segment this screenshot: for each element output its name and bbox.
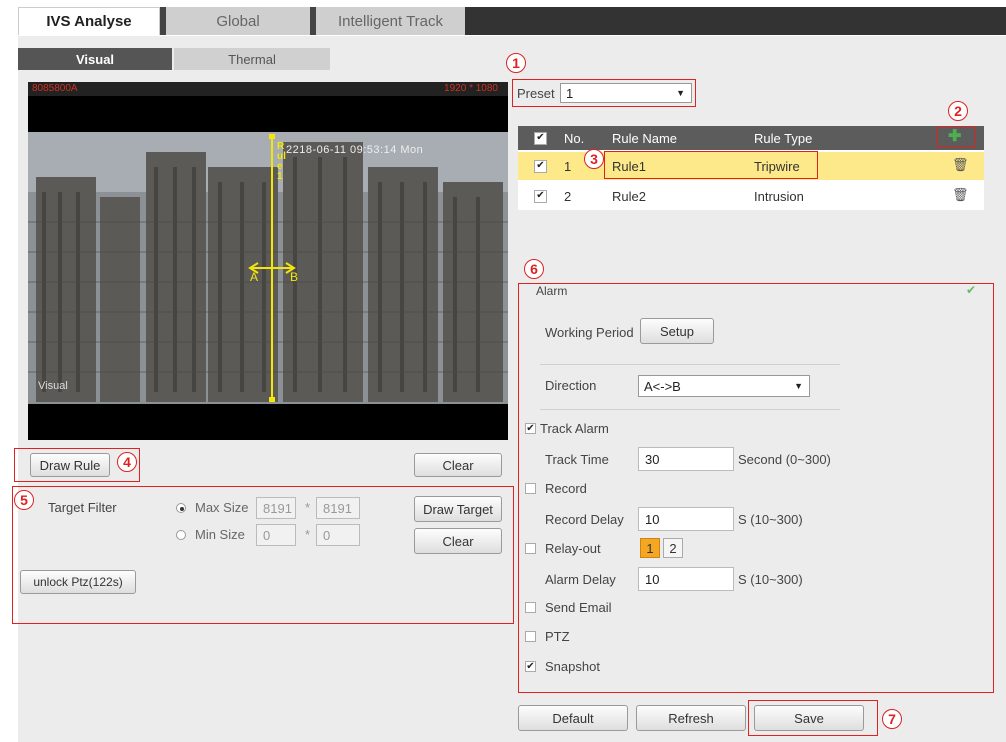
trash-icon[interactable]: 🗑 — [952, 187, 969, 203]
point-a-label: A — [250, 270, 259, 284]
max-size-radio[interactable] — [176, 503, 186, 513]
snapshot-label: Snapshot — [545, 659, 600, 674]
draw-rule-button[interactable]: Draw Rule — [30, 453, 110, 477]
clear-target-button[interactable]: Clear — [414, 528, 502, 554]
send-email-label: Send Email — [545, 600, 612, 615]
track-time-input[interactable]: 30 — [638, 447, 734, 471]
working-period-label: Working Period — [545, 325, 634, 340]
video-preview[interactable]: 8085800A 1920 * 1080 2218-06-11 09:53:14… — [28, 82, 508, 440]
max-width-input[interactable]: 8191 — [256, 497, 296, 519]
callout-1: 1 — [506, 53, 526, 73]
row-checkbox[interactable]: ✔ — [534, 160, 547, 173]
save-button[interactable]: Save — [754, 705, 864, 731]
video-resolution: 1920 * 1080 — [444, 83, 498, 94]
ptz-checkbox[interactable] — [525, 631, 536, 642]
tab-ivs-analyse[interactable]: IVS Analyse — [18, 7, 160, 35]
track-alarm-label: Track Alarm — [540, 421, 609, 436]
direction-select[interactable]: A<->B ▼ — [638, 375, 810, 397]
setup-button[interactable]: Setup — [640, 318, 714, 344]
rules-table-header: ✔ No. Rule Name Rule Type — [518, 126, 984, 150]
table-row[interactable]: ✔ 2 Rule2 Intrusion 🗑 — [518, 182, 984, 210]
chevron-down-icon: ▼ — [676, 88, 685, 98]
min-height-input[interactable]: 0 — [316, 524, 360, 546]
max-times-sign: * — [305, 500, 311, 515]
record-delay-unit: S (10~300) — [738, 512, 803, 527]
clear-rule-button[interactable]: Clear — [414, 453, 502, 477]
draw-target-button[interactable]: Draw Target — [414, 496, 502, 522]
direction-value: A<->B — [644, 378, 681, 394]
chevron-down-icon: ▼ — [794, 381, 803, 391]
min-size-label: Min Size — [195, 527, 245, 542]
min-size-radio[interactable] — [176, 530, 186, 540]
alarm-delay-label: Alarm Delay — [545, 572, 616, 587]
callout-box-3 — [604, 151, 818, 179]
callout-3: 3 — [584, 149, 604, 169]
default-button[interactable]: Default — [518, 705, 628, 731]
callout-7: 7 — [882, 709, 902, 729]
select-all-checkbox[interactable]: ✔ — [534, 132, 547, 145]
relay-2-toggle[interactable]: 2 — [663, 538, 683, 558]
min-width-input[interactable]: 0 — [256, 524, 296, 546]
callout-6: 6 — [524, 259, 544, 279]
track-time-unit: Second (0~300) — [738, 452, 831, 467]
record-delay-input[interactable]: 10 — [638, 507, 734, 531]
preset-label: Preset — [517, 86, 555, 101]
ptz-label: PTZ — [545, 629, 570, 644]
unlock-ptz-button[interactable]: unlock Ptz(122s) — [20, 570, 136, 594]
video-scene — [28, 82, 508, 440]
target-filter-label: Target Filter — [48, 500, 117, 515]
video-timestamp: 2218-06-11 09:53:14 Mon — [286, 144, 424, 156]
max-size-label: Max Size — [195, 500, 249, 515]
row-checkbox[interactable]: ✔ — [534, 190, 547, 203]
relay-out-label: Relay-out — [545, 541, 601, 556]
preset-select[interactable]: 1 ▼ — [560, 83, 692, 103]
relay-out-checkbox[interactable] — [525, 543, 536, 554]
alarm-delay-unit: S (10~300) — [738, 572, 803, 587]
callout-4: 4 — [117, 452, 137, 472]
point-b-label: B — [290, 270, 299, 284]
preset-value: 1 — [566, 85, 574, 101]
header-no: No. — [564, 131, 585, 146]
row-no: 1 — [564, 159, 572, 174]
callout-5: 5 — [14, 490, 34, 510]
row-no: 2 — [564, 189, 572, 204]
rule-line-label: Rule1 — [277, 141, 286, 182]
video-channel-label: Visual — [38, 380, 68, 392]
header-rule-name: Rule Name — [612, 131, 678, 146]
divider — [540, 364, 840, 365]
subtab-thermal[interactable]: Thermal — [174, 48, 330, 70]
divider — [540, 409, 840, 410]
record-label: Record — [545, 481, 587, 496]
tab-global[interactable]: Global — [160, 7, 310, 35]
direction-label: Direction — [545, 378, 597, 393]
record-checkbox[interactable] — [525, 483, 536, 494]
header-rule-type: Rule Type — [754, 131, 813, 146]
row-rule-name: Rule2 — [612, 189, 646, 204]
callout-box-6 — [518, 283, 994, 693]
track-alarm-checkbox[interactable]: ✔ — [525, 423, 536, 434]
refresh-button[interactable]: Refresh — [636, 705, 746, 731]
relay-1-toggle[interactable]: 1 — [640, 538, 660, 558]
max-height-input[interactable]: 8191 — [316, 497, 360, 519]
subtab-visual[interactable]: Visual — [18, 48, 172, 70]
tab-intelligent-track[interactable]: Intelligent Track — [310, 7, 465, 35]
min-times-sign: * — [305, 527, 311, 542]
send-email-checkbox[interactable] — [525, 602, 536, 613]
record-delay-label: Record Delay — [545, 512, 624, 527]
video-device-id: 8085800A — [32, 83, 78, 94]
alarm-title: Alarm — [536, 284, 568, 298]
add-rule-icon[interactable]: ✚ — [948, 128, 961, 146]
trash-icon[interactable]: 🗑 — [952, 157, 969, 173]
snapshot-checkbox[interactable]: ✔ — [525, 661, 536, 672]
row-rule-type: Intrusion — [754, 189, 804, 204]
callout-2: 2 — [948, 101, 968, 121]
check-icon: ✔ — [966, 283, 977, 297]
track-time-label: Track Time — [545, 452, 609, 467]
alarm-delay-input[interactable]: 10 — [638, 567, 734, 591]
